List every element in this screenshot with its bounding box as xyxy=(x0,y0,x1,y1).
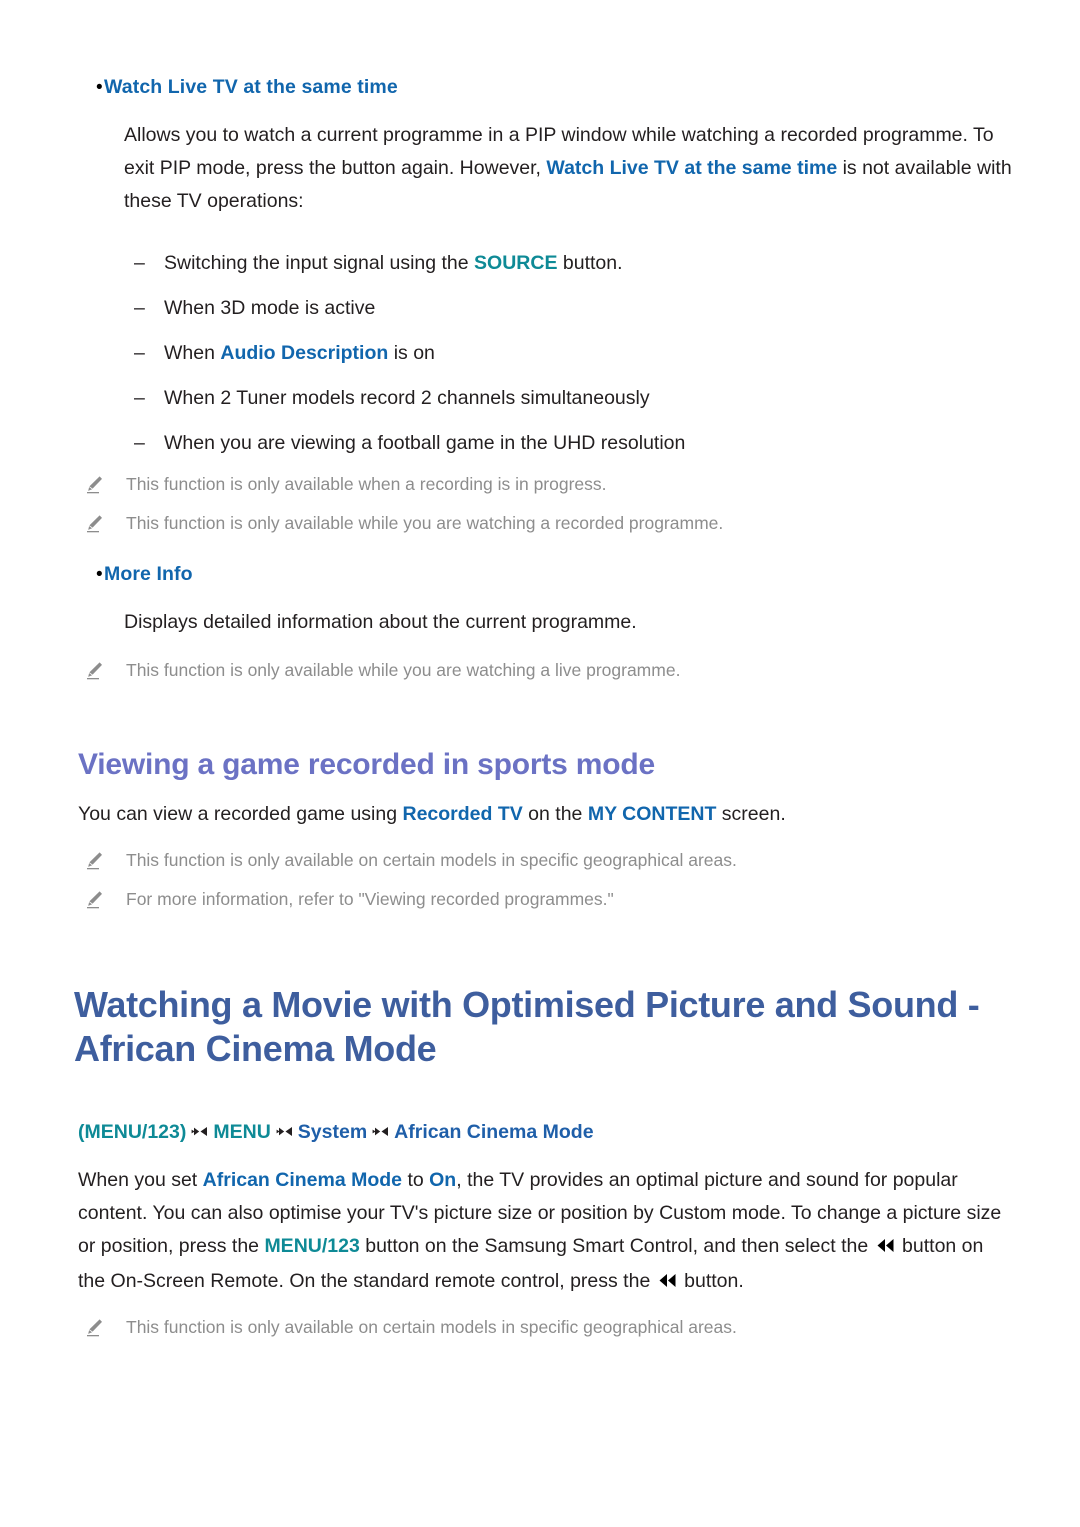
bullet-item-more-info: • More Info xyxy=(78,559,1020,590)
paragraph-text-part4: button on the Samsung Smart Control, and… xyxy=(359,1235,874,1257)
paragraph-text-part2: on the xyxy=(522,803,588,825)
note-item: For more information, refer to "Viewing … xyxy=(86,886,1020,913)
inline-link-source[interactable]: SOURCE xyxy=(474,252,557,274)
manual-page: • Watch Live TV at the same time Allows … xyxy=(0,0,1080,1527)
dash-item-2-tuner: – When 2 Tuner models record 2 channels … xyxy=(134,383,1020,414)
inline-link-watch-live-tv[interactable]: Watch Live TV at the same time xyxy=(546,157,837,179)
note-item: This function is only available while yo… xyxy=(86,657,1020,684)
dash-item-text: When Audio Description is on xyxy=(164,338,435,369)
dash-item-text: When you are viewing a football game in … xyxy=(164,428,685,459)
breadcrumb: (MENU/123) MENU System African Cinema Mode xyxy=(78,1117,1020,1148)
dash-mark-icon: – xyxy=(134,297,145,319)
paragraph: Allows you to watch a current programme … xyxy=(124,119,1020,218)
dash-item-3d-mode: – When 3D mode is active xyxy=(134,293,1020,324)
note-text: This function is only available on certa… xyxy=(126,850,737,870)
inline-link-audio-description[interactable]: Audio Description xyxy=(220,342,388,364)
dash-text-pre: Switching the input signal using the xyxy=(164,252,475,274)
dash-mark-icon: – xyxy=(134,387,145,409)
paragraph-text-part1: You can view a recorded game using xyxy=(78,803,403,825)
note-text: This function is only available while yo… xyxy=(126,513,724,533)
breadcrumb-arrow-icon xyxy=(276,1118,293,1148)
pencil-note-icon xyxy=(86,1314,126,1337)
note-text: This function is only available while yo… xyxy=(126,660,681,680)
bullet-item-label[interactable]: More Info xyxy=(104,559,193,590)
dash-item-uhd-football: – When you are viewing a football game i… xyxy=(134,428,1020,459)
note-item: This function is only available on certa… xyxy=(86,1314,1020,1341)
note-item: This function is only available while yo… xyxy=(86,510,1020,537)
breadcrumb-item-african-cinema-mode[interactable]: African Cinema Mode xyxy=(394,1121,593,1143)
bullet-dot-icon: • xyxy=(96,564,103,585)
dash-mark-icon: – xyxy=(134,252,145,274)
pencil-note-icon xyxy=(86,886,126,909)
breadcrumb-item-system[interactable]: System xyxy=(298,1121,367,1143)
section-watch-live-tv: • Watch Live TV at the same time Allows … xyxy=(78,72,1020,537)
more-info-description: Displays detailed information about the … xyxy=(124,606,1020,639)
main-heading-african-cinema-mode: Watching a Movie with Optimised Picture … xyxy=(74,984,980,1069)
inline-link-on[interactable]: On xyxy=(429,1169,456,1191)
paragraph-text-part1: When you set xyxy=(78,1169,203,1191)
dash-item-audio-description: – When Audio Description is on xyxy=(134,338,1020,369)
breadcrumb-item-menu[interactable]: MENU xyxy=(213,1121,270,1143)
section-more-info: • More Info Displays detailed informatio… xyxy=(78,559,1020,684)
dash-text-pre: When you are viewing a football game in … xyxy=(164,432,686,454)
inline-link-recorded-tv[interactable]: Recorded TV xyxy=(402,803,522,825)
note-text: This function is only available on certa… xyxy=(126,1317,737,1337)
dash-text-post: button. xyxy=(557,252,623,274)
african-cinema-description: When you set African Cinema Mode to On, … xyxy=(78,1164,1008,1300)
rewind-icon xyxy=(658,1267,677,1300)
dash-item-text: When 3D mode is active xyxy=(164,293,375,324)
bullet-item-label[interactable]: Watch Live TV at the same time xyxy=(104,72,398,103)
sports-mode-description: You can view a recorded game using Recor… xyxy=(78,798,1008,831)
note-item: This function is only available on certa… xyxy=(86,847,1020,874)
dash-mark-icon: – xyxy=(134,432,145,454)
breadcrumb-arrow-icon xyxy=(372,1118,389,1148)
inline-link-african-cinema-mode[interactable]: African Cinema Mode xyxy=(203,1169,402,1191)
dash-item-source: – Switching the input signal using the S… xyxy=(134,248,1020,279)
section-sports-mode: Viewing a game recorded in sports mode Y… xyxy=(78,746,1020,913)
bullet-dot-icon: • xyxy=(96,77,103,98)
dash-item-text: When 2 Tuner models record 2 channels si… xyxy=(164,383,650,414)
dash-text-post: is on xyxy=(388,342,435,364)
sub-heading-sports-mode: Viewing a game recorded in sports mode xyxy=(78,748,656,781)
inline-link-menu123[interactable]: MENU/123 xyxy=(264,1235,359,1257)
bullet-item-watch-live-tv: • Watch Live TV at the same time xyxy=(78,72,1020,103)
pencil-note-icon xyxy=(86,847,126,870)
dash-text-pre: When xyxy=(164,342,221,364)
inline-link-my-content[interactable]: MY CONTENT xyxy=(588,803,717,825)
note-text: This function is only available when a r… xyxy=(126,474,607,494)
pencil-note-icon xyxy=(86,510,126,533)
breadcrumb-item-menu123[interactable]: MENU/123 xyxy=(85,1121,180,1143)
dash-item-text: Switching the input signal using the SOU… xyxy=(164,248,623,279)
breadcrumb-arrow-icon xyxy=(191,1118,208,1148)
pencil-note-icon xyxy=(86,657,126,680)
paragraph: When you set African Cinema Mode to On, … xyxy=(78,1164,1008,1300)
dash-mark-icon: – xyxy=(134,342,145,364)
paragraph: Displays detailed information about the … xyxy=(124,611,637,633)
watch-live-tv-description: Allows you to watch a current programme … xyxy=(124,119,1020,218)
paragraph-text-part3: screen. xyxy=(716,803,786,825)
section-african-cinema-mode: Watching a Movie with Optimised Picture … xyxy=(74,983,1020,1341)
paragraph-text-part2: to xyxy=(402,1169,430,1191)
note-text: For more information, refer to "Viewing … xyxy=(126,889,614,909)
note-item: This function is only available when a r… xyxy=(86,471,1020,498)
dash-text-pre: When 2 Tuner models record 2 channels si… xyxy=(164,387,650,409)
breadcrumb-close-paren: ) xyxy=(179,1121,187,1143)
paragraph: You can view a recorded game using Recor… xyxy=(78,798,1008,831)
rewind-icon xyxy=(876,1232,895,1265)
dash-text-pre: When 3D mode is active xyxy=(164,297,376,319)
paragraph-text-part6: button. xyxy=(678,1270,744,1292)
pencil-note-icon xyxy=(86,471,126,494)
